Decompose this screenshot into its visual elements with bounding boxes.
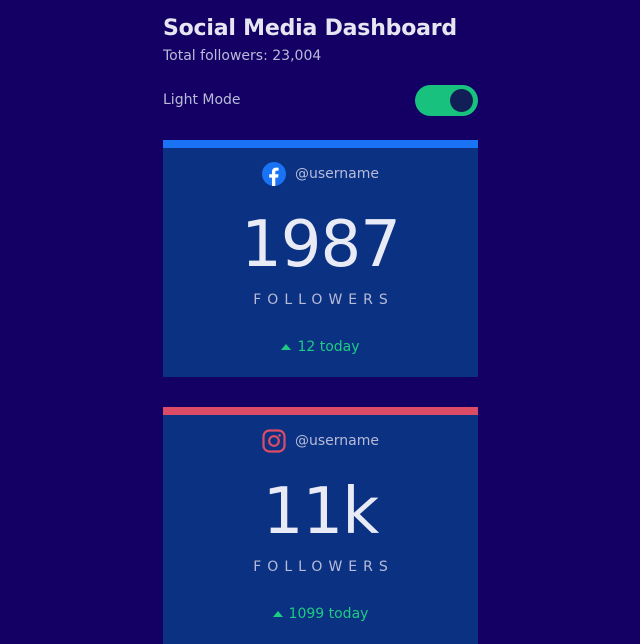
follower-count: 1987 — [241, 208, 401, 282]
light-mode-toggle[interactable] — [415, 85, 478, 116]
instagram-card[interactable]: @username 11k FOLLOWERS 1099 today — [163, 407, 478, 644]
today-change: 1099 today — [163, 606, 478, 622]
card-handle: @username — [295, 166, 379, 182]
page-title: Social Media Dashboard — [163, 16, 457, 41]
up-arrow-icon — [281, 344, 292, 350]
facebook-card-accent-bar — [163, 140, 478, 148]
card-header: @username — [163, 429, 478, 453]
up-arrow-icon — [272, 611, 283, 617]
card-handle: @username — [295, 433, 379, 449]
followers-label: FOLLOWERS — [253, 559, 394, 575]
card-header: @username — [163, 162, 478, 186]
mode-toggle-label: Light Mode — [163, 92, 241, 108]
follower-count: 11k — [262, 475, 380, 549]
followers-label: FOLLOWERS — [253, 292, 394, 308]
today-change-value: 1099 today — [288, 606, 369, 622]
instagram-icon — [262, 429, 286, 453]
facebook-card[interactable]: @username 1987 FOLLOWERS 12 today — [163, 140, 478, 377]
toggle-knob — [450, 89, 473, 112]
facebook-icon — [262, 162, 286, 186]
instagram-card-accent-bar — [163, 407, 478, 415]
total-followers: Total followers: 23,004 — [163, 48, 322, 64]
today-change: 12 today — [163, 339, 478, 355]
today-change-value: 12 today — [297, 339, 360, 355]
